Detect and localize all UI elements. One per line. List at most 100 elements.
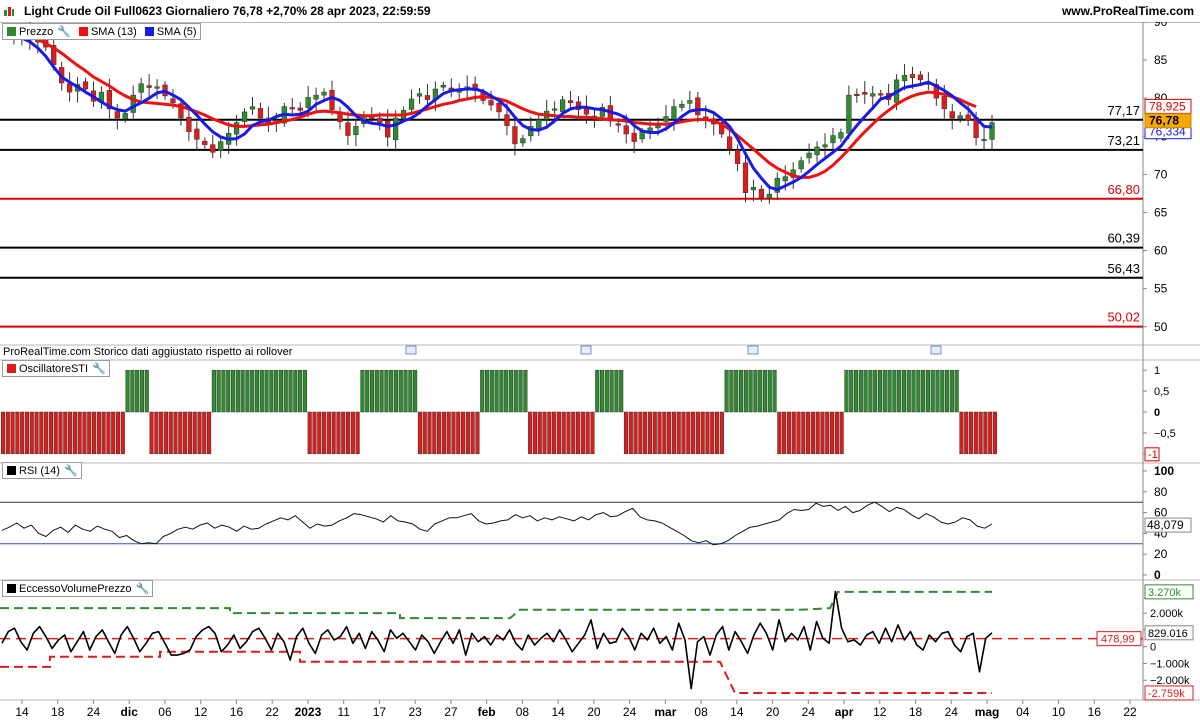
sti-bar: [293, 369, 298, 413]
sti-bar: [504, 369, 509, 413]
candle: [941, 96, 947, 110]
candle: [249, 106, 256, 110]
volume-tick-label: 0: [1150, 642, 1156, 654]
sti-bar: [365, 369, 370, 413]
candle: [822, 144, 828, 148]
x-tick-label: 24: [802, 705, 816, 719]
sti-bar: [992, 411, 998, 455]
sti-bar: [710, 411, 715, 455]
sti-bar: [820, 411, 825, 455]
sti-bar: [408, 369, 413, 413]
price-tick-label: 90: [1154, 22, 1168, 29]
sti-bar: [154, 411, 159, 455]
x-tick-label: 08: [694, 705, 708, 719]
last-price-label: 76,78: [1149, 114, 1179, 128]
sti-bar: [556, 411, 561, 455]
sti-bar: [446, 411, 451, 455]
site-link[interactable]: www.ProRealTime.com: [1062, 4, 1194, 18]
sti-legend[interactable]: OscillatoreSTI 🔧: [2, 360, 110, 377]
sti-bar: [245, 369, 250, 413]
sti-bar: [782, 411, 787, 455]
sti-bar: [398, 369, 403, 413]
candle: [504, 114, 510, 126]
sti-bar: [777, 411, 782, 455]
sti-bar: [590, 411, 595, 455]
sti-bar: [216, 369, 221, 413]
sti-bar: [628, 411, 633, 455]
sti-bar: [638, 411, 643, 455]
candle: [154, 86, 160, 89]
candle: [782, 176, 788, 182]
price-tick-label: 55: [1154, 282, 1168, 296]
wrench-icon[interactable]: 🔧: [57, 25, 71, 38]
sti-bar: [413, 369, 418, 413]
sti-bar: [135, 369, 140, 413]
x-tick-label: 22: [266, 705, 280, 719]
sti-bar: [125, 369, 130, 413]
candle: [838, 132, 844, 139]
lower-band-line: [0, 650, 992, 694]
sti-bar: [834, 411, 839, 455]
rsi-swatch-icon: [7, 466, 16, 475]
sti-bar: [973, 411, 978, 455]
sti-bar: [523, 369, 528, 413]
sma5-legend-label: SMA (5): [156, 25, 197, 38]
level-label: 60,39: [1107, 231, 1140, 246]
wrench-icon[interactable]: 🔧: [136, 582, 150, 595]
level-label: 56,43: [1107, 261, 1140, 276]
candle: [305, 97, 311, 108]
sti-bar: [968, 411, 974, 455]
sti-bar: [139, 369, 145, 413]
sti-bar: [887, 369, 892, 413]
sti-bar: [849, 369, 854, 413]
candle: [663, 116, 669, 122]
x-tick-label: 10: [1052, 705, 1066, 719]
sti-bar: [662, 411, 667, 455]
candle: [679, 104, 685, 108]
x-tick-label: 24: [945, 705, 959, 719]
volume-legend[interactable]: EccessoVolumePrezzo 🔧: [2, 580, 154, 597]
chart-area[interactable]: 90858075706560555077,1773,2166,8060,3956…: [0, 22, 1200, 720]
candle: [512, 126, 518, 145]
sti-tick-label: 0,5: [1154, 386, 1169, 398]
candle: [210, 144, 216, 153]
rsi-legend[interactable]: RSI (14) 🔧: [2, 462, 82, 479]
candle: [345, 122, 351, 136]
sti-bar: [307, 411, 312, 455]
sti-bar: [734, 369, 739, 413]
app-logo-icon: [4, 7, 14, 16]
lower-band-label: -2.759k: [1148, 688, 1185, 700]
price-legend[interactable]: Prezzo 🔧 SMA (13) SMA (5): [2, 23, 201, 40]
price-tick-label: 70: [1154, 167, 1168, 181]
candle: [536, 119, 542, 129]
sti-bar: [48, 411, 53, 455]
sti-bar: [945, 369, 950, 413]
sti-bar: [470, 411, 475, 455]
sti-bar: [120, 411, 125, 455]
sti-bar: [810, 411, 815, 455]
sti-bar: [513, 369, 518, 413]
event-marker-icon: [580, 345, 592, 355]
sti-bar: [20, 411, 25, 455]
sti-bar: [940, 369, 945, 413]
candle: [218, 141, 224, 151]
chart-title: Light Crude Oil Full0623 Giornaliero 76,…: [24, 4, 431, 18]
sti-bar: [44, 411, 49, 455]
x-tick-label: 17: [373, 705, 387, 719]
x-tick-label: 16: [1088, 705, 1102, 719]
sti-bar: [882, 369, 887, 413]
candle: [520, 138, 526, 144]
candle: [798, 160, 804, 170]
sti-bar: [484, 369, 490, 413]
candle: [766, 193, 772, 199]
candle: [329, 90, 335, 110]
sti-bar: [226, 369, 231, 413]
x-tick-label: 24: [623, 705, 637, 719]
sti-bar: [230, 369, 236, 413]
sti-bar: [911, 369, 916, 413]
sti-bar: [63, 411, 68, 455]
wrench-icon[interactable]: 🔧: [92, 362, 106, 375]
wrench-icon[interactable]: 🔧: [64, 464, 78, 477]
sti-bar: [187, 411, 192, 455]
candle: [392, 117, 399, 141]
